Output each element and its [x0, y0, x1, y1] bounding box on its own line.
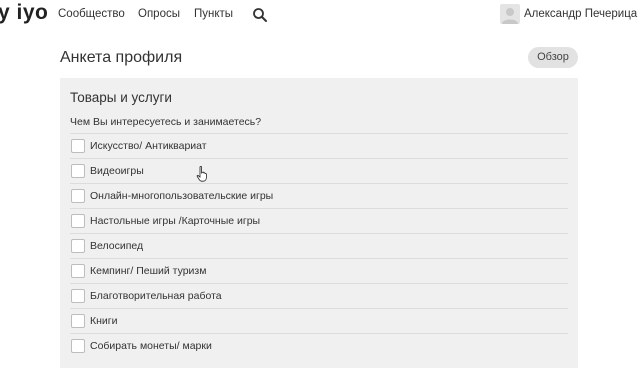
survey-panel: Товары и услуги Чем Вы интересуетесь и з…	[60, 78, 578, 368]
option-label: Благотворительная работа	[90, 290, 222, 302]
overview-button[interactable]: Обзор	[528, 47, 578, 68]
option-label: Собирать монеты/ марки	[90, 340, 212, 352]
nav-community[interactable]: Сообщество	[58, 8, 125, 20]
option-row[interactable]: Книги	[70, 308, 568, 333]
option-label: Видеоигры	[90, 165, 144, 177]
user-name[interactable]: Александр Печерица	[524, 8, 637, 20]
search-icon[interactable]	[252, 7, 268, 23]
survey-question: Чем Вы интересуетесь и занимаетесь?	[70, 116, 262, 128]
checkbox[interactable]	[71, 239, 85, 253]
top-navigation-bar: y iyo Сообщество Опросы Пункты Александр…	[0, 0, 640, 30]
nav-surveys[interactable]: Опросы	[138, 8, 180, 20]
page-title: Анкета профиля	[60, 49, 183, 66]
checkbox[interactable]	[71, 189, 85, 203]
option-row[interactable]: Благотворительная работа	[70, 283, 568, 308]
option-label: Онлайн-многопользовательские игры	[90, 190, 274, 202]
option-row[interactable]: Настольные игры /Карточные игры	[70, 208, 568, 233]
option-label: Книги	[90, 315, 118, 327]
option-row[interactable]: Велосипед	[70, 233, 568, 258]
options-list: Искусство/ Антиквариат Видеоигры Онлайн-…	[70, 133, 568, 358]
section-title: Товары и услуги	[70, 90, 172, 105]
checkbox[interactable]	[71, 164, 85, 178]
site-logo[interactable]: y iyo	[0, 1, 48, 25]
option-row[interactable]: Собирать монеты/ марки	[70, 333, 568, 358]
user-avatar-icon[interactable]	[500, 4, 520, 24]
checkbox[interactable]	[71, 139, 85, 153]
option-label: Искусство/ Антиквариат	[90, 140, 207, 152]
hand-cursor-icon	[196, 166, 207, 182]
checkbox[interactable]	[71, 314, 85, 328]
option-label: Велосипед	[90, 240, 144, 252]
nav-points[interactable]: Пункты	[194, 8, 233, 20]
checkbox[interactable]	[71, 339, 85, 353]
option-label: Настольные игры /Карточные игры	[90, 215, 261, 227]
option-label: Кемпинг/ Пеший туризм	[90, 265, 207, 277]
checkbox[interactable]	[71, 289, 85, 303]
checkbox[interactable]	[71, 214, 85, 228]
option-row[interactable]: Онлайн-многопользовательские игры	[70, 183, 568, 208]
option-row[interactable]: Искусство/ Антиквариат	[70, 133, 568, 158]
option-row[interactable]: Кемпинг/ Пеший туризм	[70, 258, 568, 283]
option-row[interactable]: Видеоигры	[70, 158, 568, 183]
checkbox[interactable]	[71, 264, 85, 278]
